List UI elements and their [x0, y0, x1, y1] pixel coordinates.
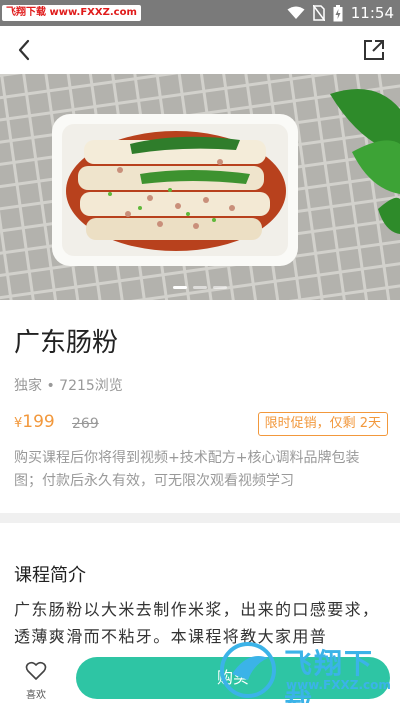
carousel-dot[interactable]	[213, 286, 227, 289]
course-title: 广东肠粉	[14, 328, 119, 358]
watermark-emblem	[220, 642, 276, 698]
status-icons: 11:54	[287, 3, 394, 23]
intro-heading: 课程简介	[14, 565, 86, 586]
original-price: 269	[72, 416, 99, 432]
favorite-label: 喜欢	[26, 690, 46, 701]
watermark-url: www.FXXZ.com	[286, 678, 391, 692]
carousel-dot[interactable]	[173, 286, 187, 289]
carousel-indicator	[0, 286, 400, 292]
watermark-badge: 飞翔下载 www.FXXZ.com	[2, 5, 141, 21]
battery-icon	[333, 4, 343, 21]
no-sim-icon	[312, 5, 325, 21]
favorite-button[interactable]: 喜欢	[14, 661, 58, 701]
price-value: 199	[22, 412, 55, 432]
watermark-logo: 飞翔下载 www.FXXZ.com	[214, 638, 400, 703]
price-row: ¥199 269 限时促销，仅剩 2天	[14, 410, 388, 438]
heart-icon	[25, 661, 47, 680]
back-button[interactable]	[8, 34, 40, 66]
promo-badge: 限时促销，仅剩 2天	[257, 412, 388, 436]
share-external-icon	[364, 40, 384, 60]
wifi-icon	[287, 6, 305, 19]
current-price: ¥199	[14, 412, 55, 432]
chevron-left-icon	[18, 39, 30, 61]
carousel-dot[interactable]	[193, 286, 207, 289]
purchase-description: 购买课程后你将得到视频+技术配方+核心调料品牌包装图；付款后永久有效，可无限次观…	[14, 450, 360, 489]
top-nav	[0, 26, 400, 74]
watermark-brand: 飞翔下载	[284, 647, 375, 703]
course-meta: 独家 • 7215浏览	[14, 378, 123, 394]
section-divider	[0, 513, 400, 523]
share-button[interactable]	[358, 34, 390, 66]
status-time: 11:54	[350, 4, 394, 22]
status-bar: 飞翔下载 www.FXXZ.com 11:54	[0, 0, 400, 26]
course-cover-image[interactable]	[0, 74, 400, 300]
dish-photo	[0, 74, 400, 300]
